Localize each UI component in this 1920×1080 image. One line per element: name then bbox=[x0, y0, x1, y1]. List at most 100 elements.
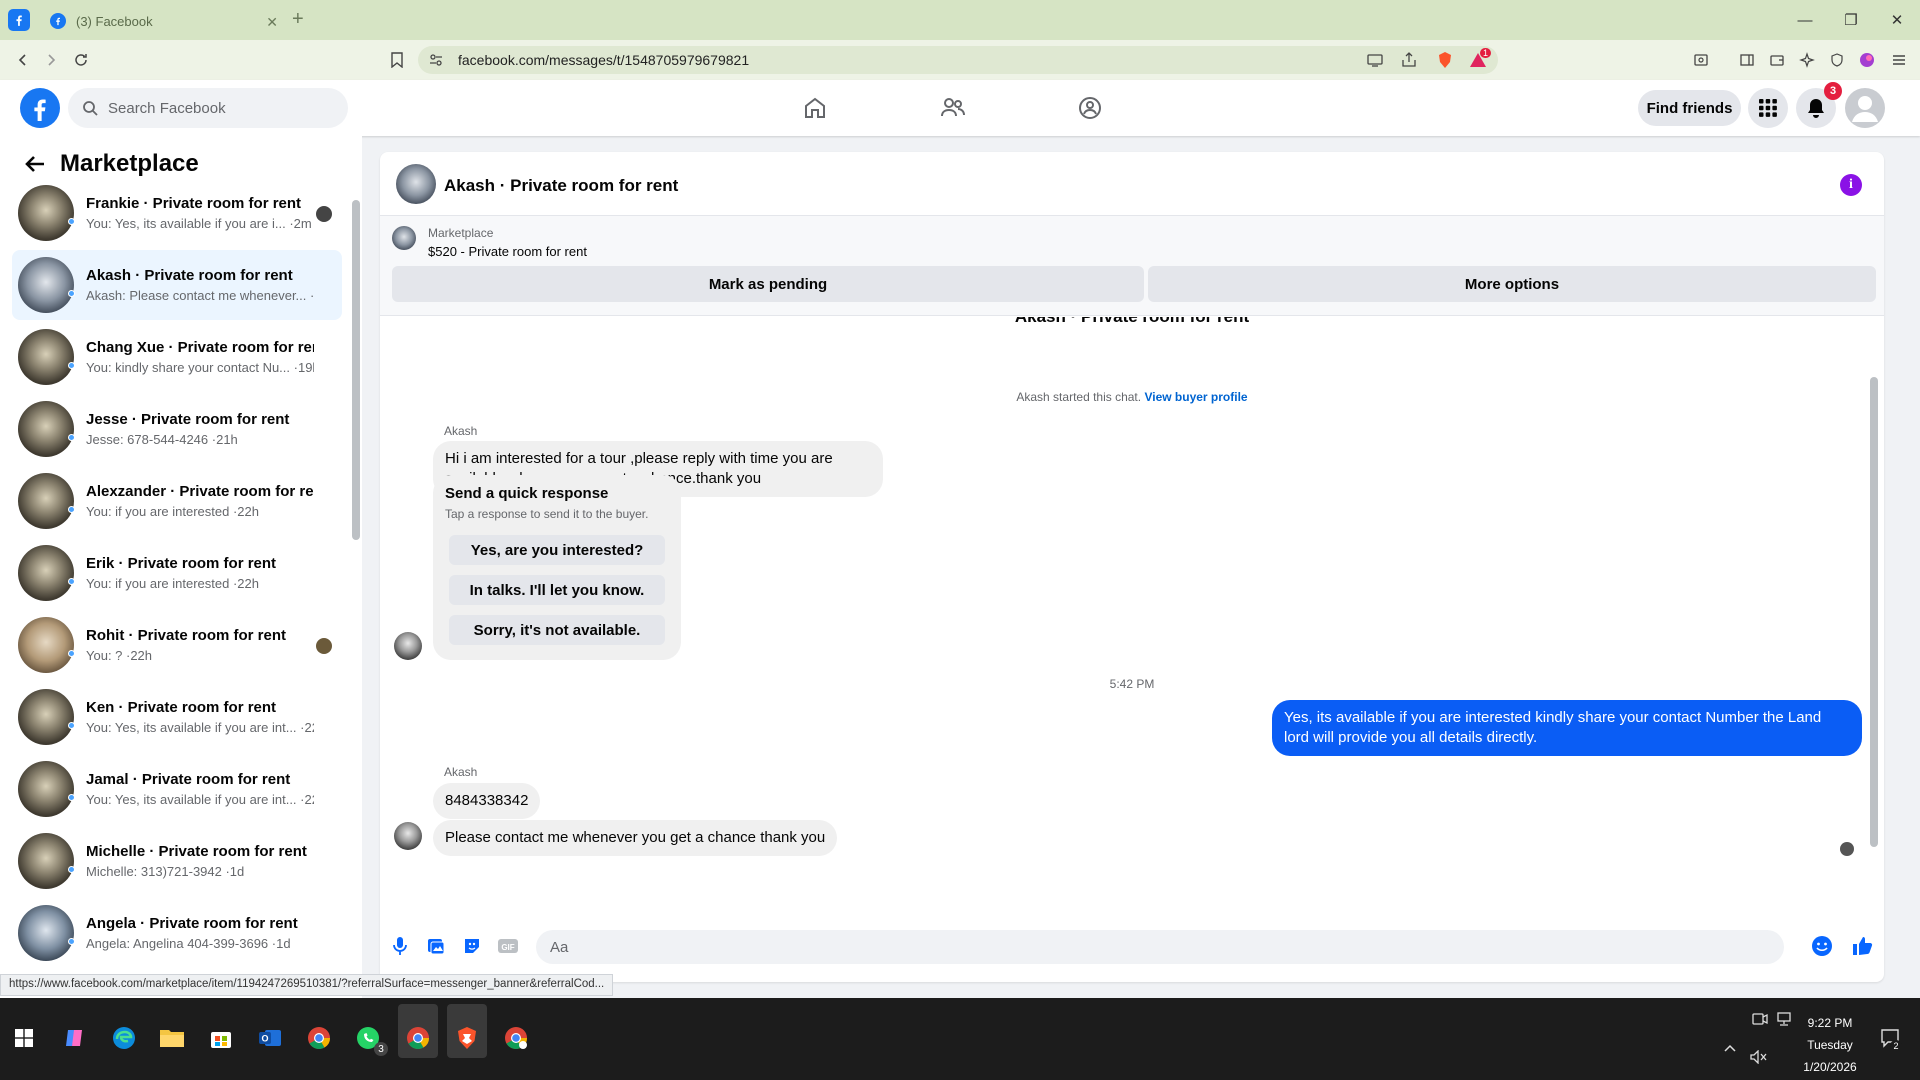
chat-panel: Akash · Private room for rent i Marketpl… bbox=[380, 152, 1884, 982]
show-hidden-icons-icon[interactable] bbox=[1724, 1044, 1736, 1052]
conversation-item[interactable]: Angela · Private room for rent Angela: An… bbox=[12, 898, 342, 968]
find-friends-button[interactable]: Find friends bbox=[1638, 90, 1741, 126]
extensions-icon[interactable] bbox=[1690, 49, 1712, 71]
forward-button[interactable] bbox=[40, 49, 62, 71]
sender-name: Akash bbox=[444, 424, 478, 438]
copilot-icon[interactable] bbox=[58, 1022, 90, 1054]
microphone-icon[interactable] bbox=[388, 934, 412, 958]
quick-response-subtitle: Tap a response to send it to the buyer. bbox=[445, 507, 649, 521]
sender-avatar[interactable] bbox=[394, 632, 422, 660]
file-explorer-icon[interactable] bbox=[156, 1022, 188, 1054]
facebook-header: Search Facebook Find friends 3 bbox=[0, 80, 1920, 136]
minimize-button[interactable]: — bbox=[1782, 0, 1828, 40]
vpn-icon[interactable] bbox=[1826, 49, 1848, 71]
conversation-item[interactable]: Erik · Private room for rent You: if you … bbox=[12, 538, 342, 608]
conversation-item[interactable]: Alexzander · Private room for rent You: i… bbox=[12, 466, 342, 536]
windows-start-icon[interactable] bbox=[8, 1022, 40, 1054]
listing-source: Marketplace bbox=[428, 226, 494, 240]
svg-text:GIF: GIF bbox=[501, 943, 514, 952]
menu-icon[interactable] bbox=[1888, 49, 1910, 71]
tab-close-icon[interactable]: ✕ bbox=[266, 14, 278, 31]
listing-price[interactable]: $520 - Private room for rent bbox=[428, 244, 587, 259]
whatsapp-badge: 3 bbox=[374, 1042, 388, 1056]
brave-shields-icon[interactable] bbox=[1436, 51, 1454, 69]
avatar-icon bbox=[1852, 96, 1878, 122]
back-arrow-icon[interactable] bbox=[24, 153, 46, 175]
share-icon[interactable] bbox=[1400, 51, 1418, 69]
mark-as-pending-button[interactable]: Mark as pending bbox=[392, 266, 1144, 302]
quick-reply-yes-button[interactable]: Yes, are you interested? bbox=[449, 535, 665, 565]
wallet-icon[interactable] bbox=[1766, 49, 1788, 71]
message-bubble[interactable]: Please contact me whenever you get a cha… bbox=[433, 820, 838, 856]
quick-reply-sorry-button[interactable]: Sorry, it's not available. bbox=[449, 615, 665, 645]
quick-reply-talks-button[interactable]: In talks. I'll let you know. bbox=[449, 575, 665, 605]
thread-title: Akash · Private room for rent bbox=[380, 317, 1884, 327]
browser-tab[interactable]: (3) Facebook ✕ bbox=[38, 6, 286, 36]
profile-color-icon[interactable] bbox=[1856, 49, 1878, 71]
conversation-name: Angela · Private room for rent bbox=[86, 915, 298, 932]
conversation-item-active[interactable]: Akash · Private room for rent Akash: Plea… bbox=[12, 250, 342, 320]
message-bubble[interactable]: 8484338342 bbox=[433, 783, 541, 819]
browser-facebook-icon[interactable] bbox=[8, 9, 30, 31]
conversation-item[interactable]: Jamal · Private room for rent You: Yes, i… bbox=[12, 754, 342, 824]
edge-icon[interactable] bbox=[108, 1022, 140, 1054]
conversation-scrollbar[interactable] bbox=[352, 192, 360, 972]
conversation-item[interactable]: Michelle · Private room for rent Michelle… bbox=[12, 826, 342, 896]
photo-icon[interactable] bbox=[424, 934, 448, 958]
chat-scrollbar[interactable] bbox=[1870, 282, 1878, 847]
bookmark-icon[interactable] bbox=[386, 49, 408, 71]
conversation-avatar bbox=[18, 833, 75, 889]
volume-muted-icon[interactable] bbox=[1750, 1050, 1768, 1064]
like-thumb-icon[interactable] bbox=[1850, 934, 1874, 958]
outlook-icon[interactable]: O bbox=[254, 1022, 286, 1054]
facebook-search[interactable]: Search Facebook bbox=[68, 88, 348, 128]
info-icon[interactable]: i bbox=[1840, 174, 1862, 196]
conversation-item[interactable]: Rohit · Private room for rent You: ? ·22h bbox=[12, 610, 342, 680]
gif-icon[interactable]: GIF bbox=[496, 934, 520, 958]
listing-thumbnail[interactable] bbox=[392, 226, 416, 250]
address-bar[interactable]: facebook.com/messages/t/1548705979679821… bbox=[418, 46, 1498, 74]
view-buyer-profile-link[interactable]: View buyer profile bbox=[1144, 390, 1247, 404]
menu-grid-button[interactable] bbox=[1748, 88, 1788, 128]
cast-icon[interactable] bbox=[1366, 51, 1384, 69]
conversation-preview: You: kindly share your contact Nu... ·19… bbox=[86, 360, 314, 375]
back-button[interactable] bbox=[12, 49, 34, 71]
sender-name: Akash bbox=[444, 765, 478, 779]
chrome-profile-icon[interactable] bbox=[402, 1022, 434, 1054]
system-clock[interactable]: 9:22 PM Tuesday 1/20/2026 bbox=[1790, 1012, 1870, 1078]
seen-avatar-icon bbox=[1840, 842, 1854, 856]
brave-browser-icon[interactable] bbox=[451, 1022, 483, 1054]
leo-ai-icon[interactable] bbox=[1796, 49, 1818, 71]
sticker-icon[interactable] bbox=[460, 934, 484, 958]
conversation-item[interactable]: Chang Xue · Private room for rent You: ki… bbox=[12, 322, 342, 392]
chat-title[interactable]: Akash · Private room for rent bbox=[444, 176, 678, 196]
restore-button[interactable]: ❐ bbox=[1828, 0, 1874, 40]
microsoft-store-icon[interactable] bbox=[205, 1022, 237, 1054]
seen-avatar-icon bbox=[316, 206, 332, 222]
meet-now-icon[interactable] bbox=[1752, 1012, 1768, 1026]
groups-nav-icon[interactable] bbox=[1070, 88, 1110, 128]
conversation-item[interactable]: Frankie · Private room for rent You: Yes,… bbox=[12, 178, 342, 248]
conversation-item[interactable]: Ken · Private room for rent You: Yes, its… bbox=[12, 682, 342, 752]
account-avatar-button[interactable] bbox=[1845, 88, 1885, 128]
friends-nav-icon[interactable] bbox=[933, 88, 973, 128]
message-input[interactable]: Aa bbox=[536, 930, 1784, 964]
conversation-name: Akash · Private room for rent bbox=[86, 267, 293, 284]
more-options-button[interactable]: More options bbox=[1148, 266, 1876, 302]
conversation-avatar bbox=[18, 545, 75, 601]
facebook-logo-icon[interactable] bbox=[20, 88, 60, 128]
site-settings-icon[interactable] bbox=[428, 52, 444, 68]
conversation-item[interactable]: Jesse · Private room for rent Jesse: 678-… bbox=[12, 394, 342, 464]
close-window-button[interactable]: ✕ bbox=[1874, 0, 1920, 40]
emoji-icon[interactable] bbox=[1810, 934, 1834, 958]
home-nav-icon[interactable] bbox=[795, 88, 835, 128]
browser-tab-bar: (3) Facebook ✕ + — ❐ ✕ bbox=[0, 0, 1920, 40]
my-message-bubble[interactable]: Yes, its available if you are interested… bbox=[1272, 700, 1862, 756]
sender-avatar[interactable] bbox=[394, 822, 422, 850]
sidebar-toggle-icon[interactable] bbox=[1736, 49, 1758, 71]
reload-button[interactable] bbox=[70, 49, 92, 71]
chat-avatar[interactable] bbox=[396, 164, 436, 204]
new-tab-button[interactable]: + bbox=[292, 8, 304, 31]
chrome-icon[interactable] bbox=[303, 1022, 335, 1054]
chrome-alt-icon[interactable] bbox=[500, 1022, 532, 1054]
